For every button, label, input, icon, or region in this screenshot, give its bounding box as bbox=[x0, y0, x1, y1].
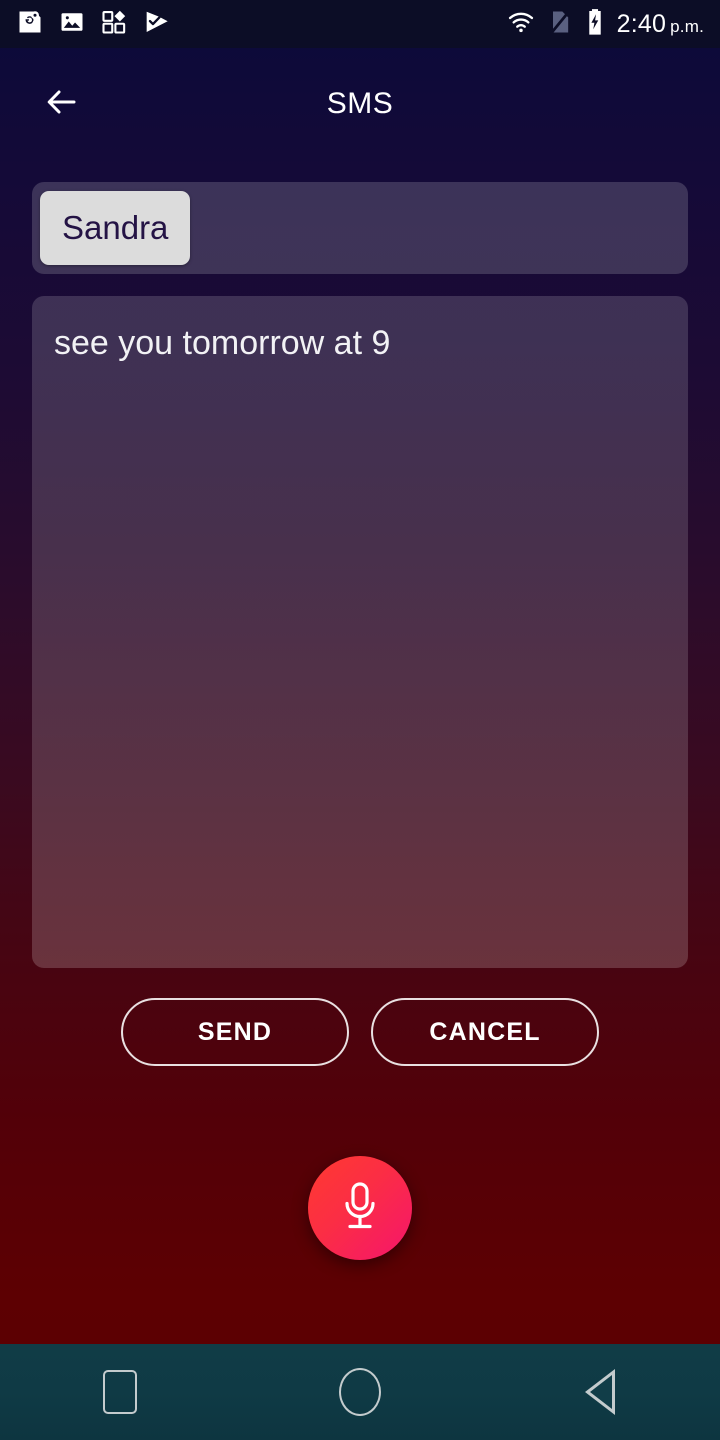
photos-icon bbox=[58, 8, 86, 41]
square-recents-icon bbox=[103, 1370, 137, 1414]
circle-home-icon bbox=[339, 1368, 381, 1416]
google-maps-icon bbox=[16, 8, 44, 41]
wifi-icon bbox=[507, 8, 535, 41]
recipient-chip[interactable]: Sandra bbox=[40, 191, 191, 265]
clock-time: 2:40 bbox=[616, 9, 667, 38]
recipient-input[interactable]: Sandra bbox=[32, 182, 688, 274]
system-navigation-bar bbox=[0, 1344, 720, 1440]
message-body-text: see you tomorrow at 9 bbox=[54, 324, 391, 362]
app-screen: 2:40 p.m. SMS Sandra see you tomorrow at… bbox=[0, 0, 720, 1440]
page-title: SMS bbox=[326, 87, 394, 120]
status-bar: 2:40 p.m. bbox=[0, 0, 720, 48]
no-sim-icon bbox=[547, 8, 573, 41]
nav-home-button[interactable] bbox=[300, 1344, 420, 1440]
clock-ampm: p.m. bbox=[670, 16, 704, 36]
status-bar-notification-icons bbox=[16, 8, 170, 41]
arrow-left-icon bbox=[42, 86, 82, 123]
cancel-button[interactable]: CANCEL bbox=[371, 998, 599, 1066]
back-button[interactable] bbox=[34, 80, 90, 128]
triangle-back-icon bbox=[585, 1369, 615, 1415]
apps-grid-icon bbox=[100, 8, 128, 41]
recipient-chip-label: Sandra bbox=[62, 209, 169, 246]
status-bar-system-icons: 2:40 p.m. bbox=[507, 8, 704, 41]
send-button[interactable]: SEND bbox=[121, 998, 349, 1066]
message-body-input[interactable]: see you tomorrow at 9 bbox=[32, 296, 688, 968]
nav-back-button[interactable] bbox=[540, 1344, 660, 1440]
voice-input-fab[interactable] bbox=[308, 1156, 412, 1260]
checkmark-flag-icon bbox=[142, 8, 170, 41]
battery-charging-icon bbox=[585, 8, 605, 41]
microphone-icon bbox=[335, 1178, 385, 1239]
nav-recents-button[interactable] bbox=[60, 1344, 180, 1440]
app-title-bar: SMS bbox=[0, 48, 720, 160]
action-button-row: SEND CANCEL bbox=[0, 998, 720, 1066]
status-bar-clock: 2:40 p.m. bbox=[616, 9, 704, 38]
